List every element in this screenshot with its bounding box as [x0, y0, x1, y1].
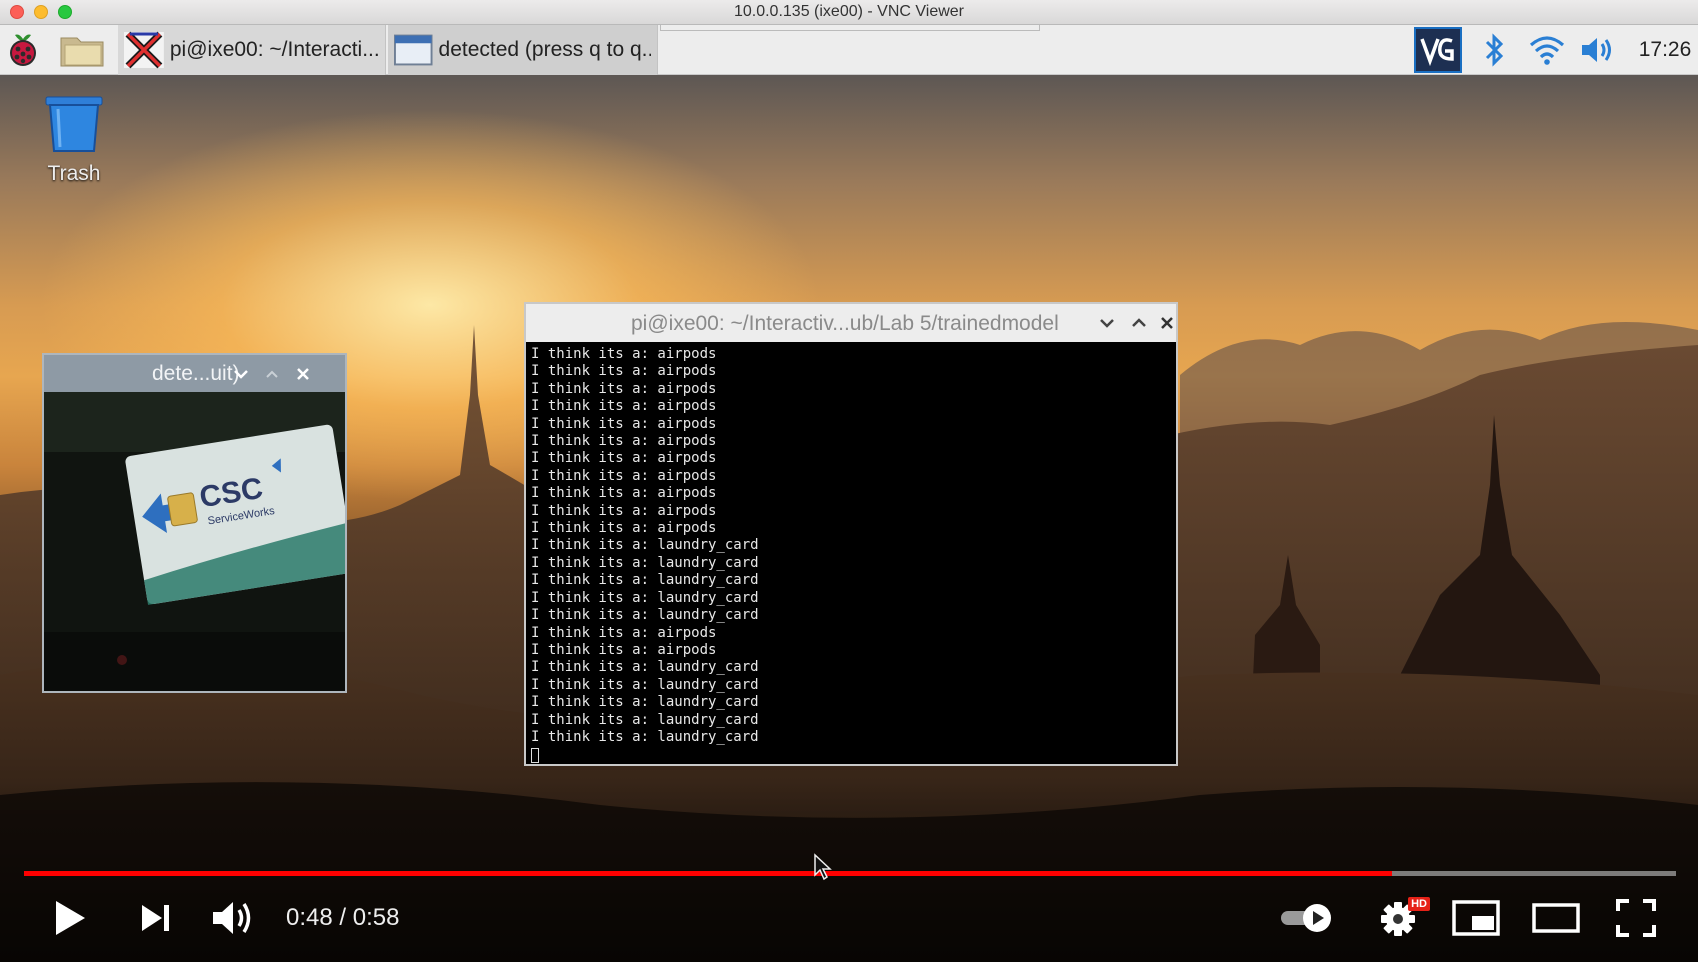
window-close-button[interactable]	[288, 355, 318, 392]
theater-mode-button[interactable]	[1530, 893, 1582, 943]
camera-frame-image: CSC ServiceWorks	[44, 392, 345, 691]
window-menu-button[interactable]	[226, 355, 256, 392]
volume-icon	[213, 902, 251, 934]
progress-bar[interactable]	[24, 871, 1676, 876]
mute-button[interactable]	[208, 893, 258, 943]
volume-icon	[1582, 38, 1611, 62]
terminal-line: I think its a: airpods	[531, 415, 717, 432]
main-menu-button[interactable]	[2, 25, 44, 75]
taskbar: pi@ixe00: ~/Interacti... detected (press…	[0, 25, 1698, 75]
bluetooth-icon	[1485, 33, 1504, 67]
close-icon	[297, 367, 309, 380]
terminal-line: I think its a: laundry_card	[531, 711, 759, 728]
terminal-titlebar[interactable]: pi@ixe00: ~/Interactiv...ub/Lab 5/traine…	[526, 304, 1176, 342]
chevron-down-icon	[234, 369, 248, 379]
terminal-line: I think its a: laundry_card	[531, 537, 759, 554]
fullscreen-button[interactable]	[1612, 893, 1660, 943]
miniplayer-icon	[1452, 900, 1500, 936]
detected-window[interactable]: dete...uit) CSC ServiceWorks	[42, 353, 347, 693]
raspberry-icon	[10, 34, 36, 66]
terminal-line: I think its a: airpods	[531, 346, 717, 362]
next-icon	[142, 905, 169, 931]
chevron-up-icon	[1132, 318, 1146, 327]
autoplay-toggle[interactable]	[1278, 893, 1338, 943]
terminal-line: I think its a: airpods	[531, 641, 717, 658]
chevron-up-icon	[266, 370, 278, 378]
terminal-line: I think its a: laundry_card	[531, 572, 759, 589]
vnc-icon	[1420, 38, 1454, 67]
terminal-line: I think its a: airpods	[531, 363, 717, 380]
camera-feed: CSC ServiceWorks	[44, 392, 345, 691]
next-button[interactable]	[136, 893, 176, 943]
progress-played	[24, 871, 1392, 876]
terminal-x-icon	[124, 31, 164, 69]
terminal-output[interactable]: I think its a: airpods I think its a: ai…	[528, 344, 1176, 764]
theater-icon	[1532, 903, 1580, 933]
bluetooth-button[interactable]	[1480, 25, 1510, 75]
folder-icon	[60, 37, 104, 67]
mouse-pointer-icon	[814, 853, 832, 881]
vnc-tray-button[interactable]	[1414, 27, 1462, 73]
detected-window-titlebar[interactable]: dete...uit)	[44, 355, 345, 392]
trash-desktop-icon[interactable]: Trash	[44, 95, 104, 186]
trash-label: Trash	[47, 162, 101, 185]
terminal-window-title: pi@ixe00: ~/Interactiv...ub/Lab 5/traine…	[631, 312, 1059, 335]
miniplayer-button[interactable]	[1450, 893, 1502, 943]
wifi-icon	[1529, 36, 1565, 65]
window-close-button[interactable]	[10, 5, 24, 19]
terminal-line: I think its a: laundry_card	[531, 728, 759, 745]
time-display: 0:48 / 0:58	[286, 904, 400, 931]
play-button[interactable]	[48, 893, 92, 943]
terminal-cursor	[531, 748, 539, 764]
vnc-window-titlebar: 10.0.0.135 (ixe00) - VNC Viewer	[0, 0, 1698, 25]
window-title: 10.0.0.135 (ixe00) - VNC Viewer	[733, 3, 965, 20]
file-manager-button[interactable]	[58, 25, 106, 75]
terminal-line: I think its a: laundry_card	[531, 607, 759, 624]
window-maximize-button[interactable]	[257, 355, 287, 392]
terminal-line: I think its a: laundry_card	[531, 589, 759, 606]
window-icon	[394, 34, 433, 66]
terminal-line: I think its a: airpods	[531, 398, 717, 415]
terminal-line: I think its a: airpods	[531, 624, 717, 641]
play-icon	[56, 901, 85, 935]
terminal-line: I think its a: airpods	[531, 450, 717, 467]
autoplay-toggle-icon	[1281, 904, 1331, 932]
taskbar-item-label: detected (press q to q...	[438, 38, 651, 61]
terminal-line: I think its a: airpods	[531, 520, 717, 537]
wifi-button[interactable]	[1527, 25, 1567, 75]
volume-button[interactable]	[1577, 25, 1619, 75]
settings-button[interactable]: HD	[1370, 893, 1430, 943]
window-close-button[interactable]	[1156, 304, 1178, 342]
taskbar-item-detected[interactable]: detected (press q to q...	[388, 25, 658, 75]
terminal-line: I think its a: airpods	[531, 502, 717, 519]
close-icon	[1161, 317, 1173, 329]
window-maximize-button[interactable]	[1124, 304, 1154, 342]
terminal-line: I think its a: laundry_card	[531, 554, 759, 571]
terminal-line: I think its a: laundry_card	[531, 676, 759, 693]
terminal-line: I think its a: laundry_card	[531, 694, 759, 711]
terminal-line: I think its a: airpods	[531, 485, 717, 502]
window-menu-button[interactable]	[1092, 304, 1122, 342]
panel-clock[interactable]: 17:26	[1636, 25, 1694, 75]
taskbar-item-label: pi@ixe00: ~/Interacti...	[169, 38, 379, 61]
window-zoom-button[interactable]	[58, 5, 72, 19]
panel-spacer	[660, 25, 1040, 31]
terminal-line: I think its a: airpods	[531, 380, 717, 397]
terminal-window[interactable]: pi@ixe00: ~/Interactiv...ub/Lab 5/traine…	[524, 302, 1178, 766]
taskbar-item-terminal[interactable]: pi@ixe00: ~/Interacti...	[118, 25, 386, 75]
terminal-line: I think its a: laundry_card	[531, 659, 759, 676]
fullscreen-icon	[1616, 899, 1656, 937]
terminal-line: I think its a: airpods	[531, 467, 717, 484]
hd-badge: HD	[1408, 897, 1430, 911]
terminal-line: I think its a: airpods	[531, 433, 717, 450]
chevron-down-icon	[1100, 319, 1114, 328]
trash-icon	[45, 96, 103, 152]
window-minimize-button[interactable]	[34, 5, 48, 19]
